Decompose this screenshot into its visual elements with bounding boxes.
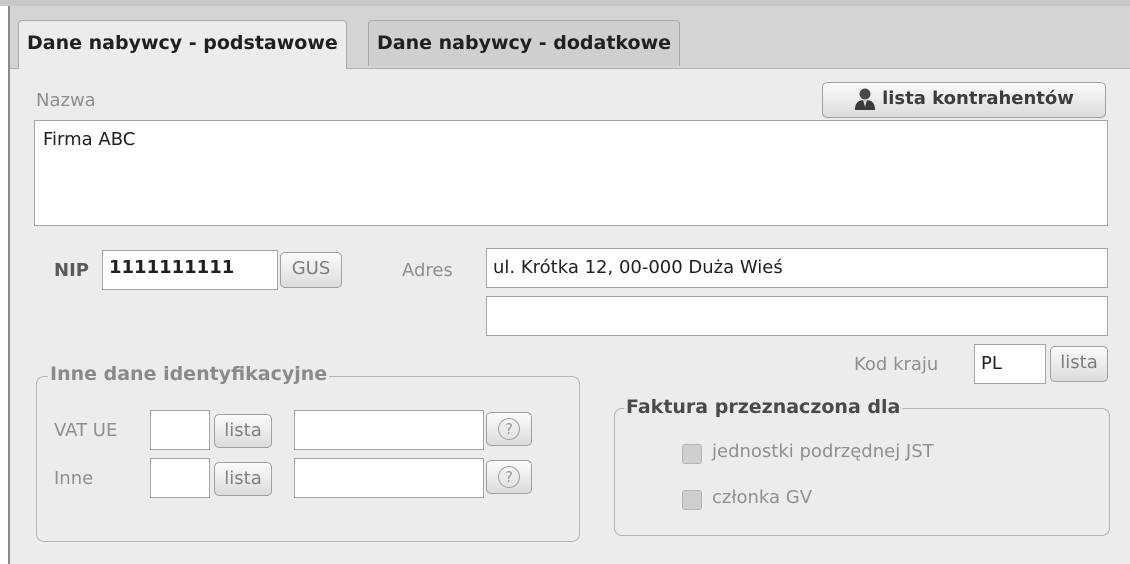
tab-strip: Dane nabywcy - podstawowe Dane nabywcy -… [10, 6, 1130, 69]
adres-line2-input[interactable] [486, 296, 1108, 336]
lista-kontrahentow-button[interactable]: lista kontrahentów [822, 82, 1106, 118]
adres-line1-input[interactable]: ul. Krótka 12, 00-000 Duża Wieś [486, 248, 1108, 288]
question-icon: ? [498, 466, 520, 488]
gv-checkbox[interactable] [682, 490, 702, 510]
jst-checkbox-label: jednostki podrzędnej JST [712, 441, 934, 462]
gv-checkbox-label: członka GV [712, 487, 813, 508]
adres-label: Adres [402, 260, 453, 281]
kod-kraju-lista-button[interactable]: lista [1050, 346, 1108, 382]
inne-code-input[interactable] [150, 458, 210, 498]
vat-ue-lista-button[interactable]: lista [214, 414, 272, 448]
nip-input[interactable]: 1111111111 [102, 250, 278, 290]
form-panel: Dane nabywcy - podstawowe Dane nabywcy -… [8, 6, 1130, 564]
lista-kontrahentow-label: lista kontrahentów [882, 88, 1074, 109]
vat-ue-code-input[interactable] [150, 410, 210, 450]
gus-button[interactable]: GUS [280, 252, 342, 288]
inne-lista-button[interactable]: lista [214, 462, 272, 496]
inne-dane-legend: Inne dane identyfikacyjne [48, 363, 330, 385]
kod-kraju-input[interactable]: PL [974, 344, 1046, 384]
tab-dane-dodatkowe[interactable]: Dane nabywcy - dodatkowe [368, 20, 681, 66]
inne-help-button[interactable]: ? [486, 460, 532, 494]
inne-value-input[interactable] [294, 458, 484, 498]
faktura-group [614, 408, 1110, 536]
nazwa-textarea[interactable]: Firma ABC [34, 120, 1108, 226]
faktura-legend: Faktura przeznaczona dla [624, 396, 903, 418]
vat-ue-help-button[interactable]: ? [486, 412, 532, 446]
nazwa-label: Nazwa [36, 90, 96, 111]
vat-ue-label: VAT UE [54, 420, 118, 441]
vat-ue-value-input[interactable] [294, 410, 484, 450]
inne-label: Inne [54, 468, 94, 489]
kod-kraju-label: Kod kraju [854, 354, 939, 375]
question-icon: ? [498, 418, 520, 440]
tab-dane-podstawowe[interactable]: Dane nabywcy - podstawowe [18, 20, 347, 69]
nip-label: NIP [54, 260, 89, 281]
contact-person-icon [854, 87, 876, 111]
jst-checkbox[interactable] [682, 444, 702, 464]
